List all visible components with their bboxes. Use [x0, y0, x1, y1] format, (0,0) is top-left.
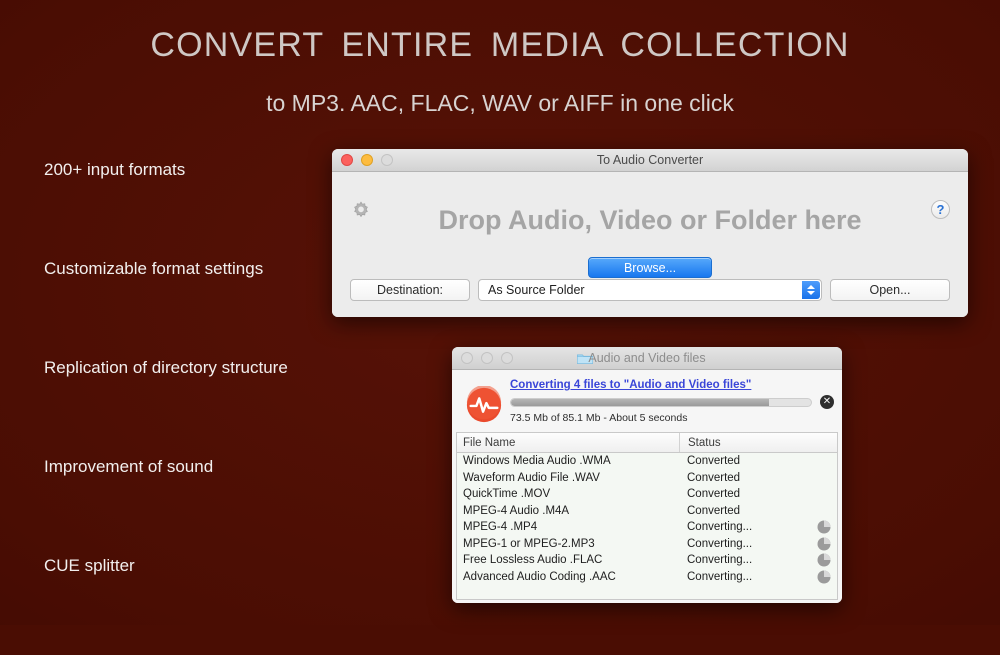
table-body: Windows Media Audio .WMA Converted Wavefor… [457, 453, 837, 585]
traffic-lights [461, 352, 513, 364]
cell-file-name: MPEG-4 .MP4 [463, 521, 538, 534]
drop-zone-text: Drop Audio, Video or Folder here [438, 205, 862, 235]
cell-file-name: MPEG-4 Audio .M4A [463, 504, 570, 517]
minimize-button-icon[interactable] [361, 154, 373, 166]
page-title: CONVERT ENTIRE MEDIA COLLECTION [150, 26, 850, 64]
cell-file-name: QuickTime .MOV [463, 488, 551, 501]
converter-body: ? Drop Audio, Video or Folder here Brows… [332, 172, 968, 317]
cell-status: Converting... [687, 570, 753, 583]
table-row[interactable]: Waveform Audio File .WAV Converted [457, 470, 837, 487]
open-button[interactable]: Open... [830, 279, 950, 301]
close-button-icon[interactable] [341, 154, 353, 166]
converter-window-title: To Audio Converter [596, 153, 704, 167]
column-header-status[interactable]: Status [679, 433, 837, 452]
traffic-lights [341, 154, 393, 166]
feature-list: 200+ input formats Customizable format s… [44, 160, 344, 655]
progress-status-text: 73.5 Mb of 85.1 Mb - About 5 seconds [510, 412, 688, 424]
destination-button[interactable]: Destination: [350, 279, 470, 301]
cell-status: Converted [687, 455, 741, 468]
table-row[interactable]: Windows Media Audio .WMA Converted [457, 453, 837, 470]
browse-button[interactable]: Browse... [588, 257, 712, 278]
cell-file-name: Waveform Audio File .WAV [463, 471, 600, 484]
progress-bar-fill [511, 399, 769, 406]
cell-status: Converted [687, 471, 741, 484]
column-header-file-name[interactable]: File Name [457, 437, 679, 449]
converter-titlebar: To Audio Converter [332, 149, 968, 172]
file-table: File Name Status Windows Media Audio .WM… [456, 432, 838, 600]
progress-body: Converting 4 files to "Audio and Video f… [452, 370, 842, 603]
cell-file-name: MPEG-1 or MPEG-2.MP3 [463, 537, 595, 550]
table-row[interactable]: Advanced Audio Coding .AAC Converting... [457, 569, 837, 586]
table-row[interactable]: MPEG-1 or MPEG-2.MP3 Converting... [457, 536, 837, 553]
cell-status: Converting... [687, 554, 753, 567]
destination-select[interactable]: As Source Folder [478, 279, 822, 301]
progress-pie-icon [817, 520, 831, 534]
cell-file-name: Advanced Audio Coding .AAC [463, 570, 616, 583]
progress-pie-icon [817, 553, 831, 567]
chevron-up-icon [807, 285, 815, 289]
conversion-progress-window: Audio and Video files Converting 4 files… [452, 347, 842, 603]
waveform-app-icon [465, 385, 503, 424]
feature-item: CUE splitter [44, 556, 135, 575]
table-row[interactable]: MPEG-4 .MP4 Converting... [457, 519, 837, 536]
progress-header: Converting 4 files to "Audio and Video f… [452, 370, 842, 432]
zoom-button-icon[interactable] [501, 352, 513, 364]
cell-status: Converting... [687, 521, 753, 534]
destination-select-value: As Source Folder [488, 283, 585, 297]
cell-status: Converting... [687, 537, 753, 550]
zoom-button-icon [381, 154, 393, 166]
page-subtitle: to MP3. AAC, FLAC, WAV or AIFF in one cl… [266, 90, 734, 116]
destination-row: Destination: As Source Folder Open... [350, 279, 950, 301]
table-row[interactable]: MPEG-4 Audio .M4A Converted [457, 503, 837, 520]
minimize-button-icon[interactable] [481, 352, 493, 364]
converting-link[interactable]: Converting 4 files to "Audio and Video f… [510, 379, 751, 391]
close-button-icon[interactable] [461, 352, 473, 364]
table-row[interactable]: Free Lossless Audio .FLAC Converting... [457, 552, 837, 569]
chevron-down-icon [807, 291, 815, 295]
feature-item: Improvement of sound [44, 457, 214, 476]
table-header: File Name Status [457, 433, 837, 453]
table-row[interactable]: QuickTime .MOV Converted [457, 486, 837, 503]
feature-item: 200+ input formats [44, 160, 186, 179]
chevron-updown-icon[interactable] [802, 281, 820, 299]
cell-status: Converted [687, 488, 741, 501]
feature-item: Replication of directory structure [44, 358, 288, 377]
cell-status: Converted [687, 504, 741, 517]
feature-item: Customizable format settings [44, 259, 264, 278]
progress-pie-icon [817, 570, 831, 584]
folder-icon [577, 352, 594, 365]
cell-file-name: Windows Media Audio .WMA [463, 455, 611, 468]
progress-titlebar: Audio and Video files [452, 347, 842, 370]
page-background: CONVERT ENTIRE MEDIA COLLECTION to MP3. … [0, 0, 1000, 625]
to-audio-converter-window: To Audio Converter ? Drop Audio, Video o… [332, 149, 968, 317]
cell-file-name: Free Lossless Audio .FLAC [463, 554, 603, 567]
cancel-button[interactable]: ✕ [820, 395, 834, 409]
progress-pie-icon [817, 537, 831, 551]
progress-bar [510, 398, 812, 407]
